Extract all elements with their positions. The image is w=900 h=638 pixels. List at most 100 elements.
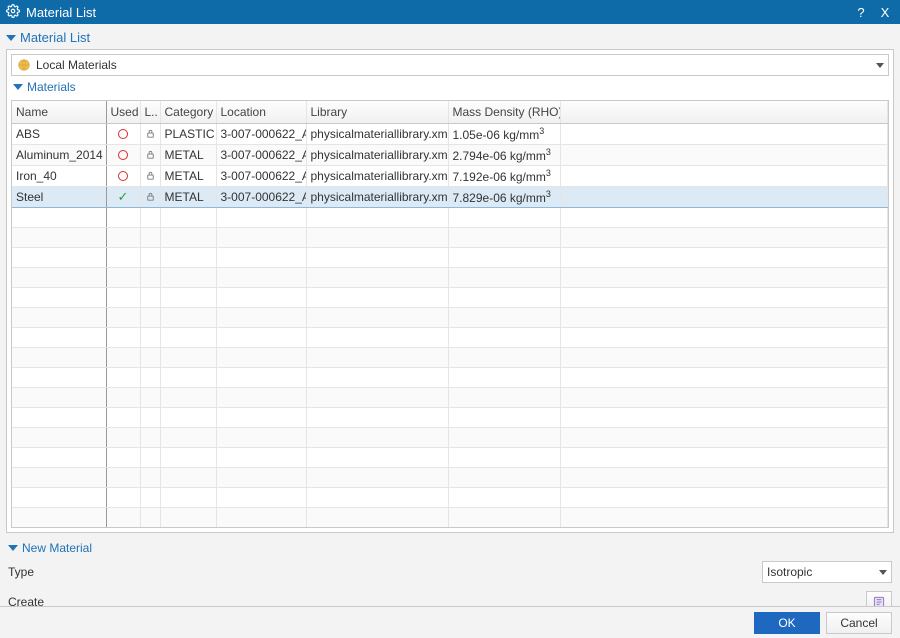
col-header-library[interactable]: Library <box>306 101 448 123</box>
cell-lock <box>140 186 160 207</box>
table-row-empty <box>12 207 888 227</box>
table-row[interactable]: Steel ✓ METAL3-007-000622_Aphysicalmateria… <box>12 186 888 207</box>
unused-icon <box>118 129 128 139</box>
col-header-category[interactable]: Category <box>160 101 216 123</box>
cell-library: physicalmateriallibrary.xml <box>306 186 448 207</box>
cell-rho: 7.192e-06 kg/mm3 <box>448 165 560 186</box>
cell-name: Steel <box>12 186 106 207</box>
cell-name: ABS <box>12 123 106 144</box>
cell-lock <box>140 144 160 165</box>
col-header-rho[interactable]: Mass Density (RHO) <box>448 101 560 123</box>
lock-icon <box>145 128 156 139</box>
unused-icon <box>118 171 128 181</box>
gear-icon <box>6 4 20 21</box>
table-row-empty <box>12 227 888 247</box>
cell-rho: 7.829e-06 kg/mm3 <box>448 186 560 207</box>
cell-category: METAL <box>160 144 216 165</box>
cell-fill <box>560 123 888 144</box>
table-row-empty <box>12 327 888 347</box>
table-row-empty <box>12 307 888 327</box>
table-row-empty <box>12 447 888 467</box>
cell-rho: 1.05e-06 kg/mm3 <box>448 123 560 144</box>
cell-fill <box>560 144 888 165</box>
help-button[interactable]: ? <box>852 3 870 21</box>
table-row[interactable]: ABS PLASTIC3-007-000622_Aphysicalmaterial… <box>12 123 888 144</box>
cell-library: physicalmateriallibrary.xml <box>306 165 448 186</box>
chevron-down-icon <box>8 545 18 551</box>
cell-location: 3-007-000622_A <box>216 186 306 207</box>
table-row-empty <box>12 487 888 507</box>
material-list-section-header[interactable]: Material List <box>6 28 894 49</box>
material-list-panel: Local Materials Materials <box>6 49 894 533</box>
cell-lock <box>140 123 160 144</box>
cell-location: 3-007-000622_A <box>216 144 306 165</box>
chevron-down-icon <box>13 84 23 90</box>
materials-section-header[interactable]: Materials <box>11 76 889 96</box>
type-label: Type <box>8 565 756 579</box>
type-dropdown-value: Isotropic <box>767 565 875 579</box>
col-header-used[interactable]: Used <box>106 101 140 123</box>
chevron-down-icon <box>6 35 16 41</box>
unused-icon <box>118 150 128 160</box>
cell-name: Iron_40 <box>12 165 106 186</box>
col-header-location[interactable]: Location <box>216 101 306 123</box>
help-icon: ? <box>857 5 864 20</box>
chevron-down-icon <box>876 63 884 68</box>
ok-button[interactable]: OK <box>754 612 820 634</box>
col-header-name[interactable]: Name <box>12 101 106 123</box>
table-row[interactable]: Aluminum_2014 METAL3-007-000622_Aphysical… <box>12 144 888 165</box>
library-icon <box>16 57 32 73</box>
cell-rho: 2.794e-06 kg/mm3 <box>448 144 560 165</box>
table-row[interactable]: Iron_40 METAL3-007-000622_Aphysicalmateri… <box>12 165 888 186</box>
cell-used: ✓ <box>106 186 140 207</box>
table-row-empty <box>12 507 888 527</box>
cell-used <box>106 144 140 165</box>
cell-location: 3-007-000622_A <box>216 165 306 186</box>
cancel-button[interactable]: Cancel <box>826 612 892 634</box>
materials-table[interactable]: Name Used L.. Category Location Library … <box>11 100 889 528</box>
cell-library: physicalmateriallibrary.xml <box>306 123 448 144</box>
col-header-lock[interactable]: L.. <box>140 101 160 123</box>
window-title: Material List <box>26 5 96 20</box>
new-material-section-header[interactable]: New Material <box>6 537 894 557</box>
cell-lock <box>140 165 160 186</box>
cell-location: 3-007-000622_A <box>216 123 306 144</box>
table-row-empty <box>12 247 888 267</box>
cell-name: Aluminum_2014 <box>12 144 106 165</box>
close-icon: X <box>881 5 890 20</box>
cell-used <box>106 123 140 144</box>
table-row-empty <box>12 287 888 307</box>
cell-fill <box>560 186 888 207</box>
table-row-empty <box>12 267 888 287</box>
cell-category: METAL <box>160 186 216 207</box>
lock-icon <box>145 191 156 202</box>
cancel-button-label: Cancel <box>840 616 877 630</box>
lock-icon <box>145 170 156 181</box>
new-material-section-title: New Material <box>22 541 92 555</box>
cell-used <box>106 165 140 186</box>
table-row-empty <box>12 467 888 487</box>
close-button[interactable]: X <box>876 3 894 21</box>
library-dropdown-value: Local Materials <box>36 58 876 72</box>
type-dropdown[interactable]: Isotropic <box>762 561 892 583</box>
material-list-section-title: Material List <box>20 30 90 45</box>
library-dropdown[interactable]: Local Materials <box>11 54 889 76</box>
table-row-empty <box>12 407 888 427</box>
table-header-row: Name Used L.. Category Location Library … <box>12 101 888 123</box>
check-icon: ✓ <box>118 190 129 203</box>
dialog-footer: OK Cancel <box>0 606 900 638</box>
table-row-empty <box>12 427 888 447</box>
ok-button-label: OK <box>778 616 795 630</box>
materials-section-title: Materials <box>27 80 76 94</box>
cell-fill <box>560 165 888 186</box>
cell-library: physicalmateriallibrary.xml <box>306 144 448 165</box>
titlebar: Material List ? X <box>0 0 900 24</box>
cell-category: PLASTIC <box>160 123 216 144</box>
cell-category: METAL <box>160 165 216 186</box>
table-row-empty <box>12 387 888 407</box>
lock-icon <box>145 149 156 160</box>
col-header-fill <box>560 101 888 123</box>
table-row-empty <box>12 347 888 367</box>
chevron-down-icon <box>879 570 887 575</box>
table-row-empty <box>12 367 888 387</box>
